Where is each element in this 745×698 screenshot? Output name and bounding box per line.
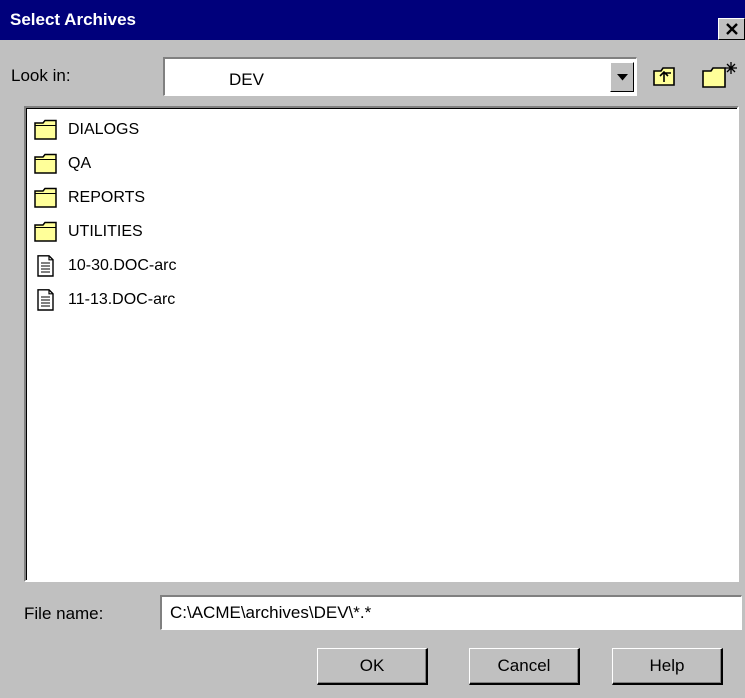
list-item-folder[interactable]: UTILITIES	[34, 218, 334, 246]
cancel-button[interactable]: Cancel	[469, 648, 580, 685]
file-list[interactable]: DIALOGS QA REPORTS UTILITIES 10-30.DOC-a…	[24, 106, 739, 582]
up-one-level-button[interactable]	[648, 60, 681, 93]
file-name: QA	[68, 155, 92, 172]
file-name: UTILITIES	[68, 223, 143, 240]
file-name-input[interactable]	[160, 595, 742, 630]
list-item-file[interactable]: 10-30.DOC-arc	[34, 252, 334, 280]
up-one-level-icon	[653, 67, 675, 86]
folder-icon	[34, 187, 57, 208]
list-item-folder[interactable]: QA	[34, 150, 334, 178]
file-name-label: File name:	[24, 604, 104, 623]
document-icon	[37, 289, 54, 311]
title-bar: Select Archives	[0, 0, 745, 40]
close-button[interactable]	[718, 18, 745, 40]
folder-icon	[34, 119, 57, 140]
chevron-down-icon	[617, 74, 628, 81]
dialog-title: Select Archives	[10, 10, 136, 29]
list-item-file[interactable]: 11-13.DOC-arc	[34, 286, 334, 314]
file-name: DIALOGS	[68, 121, 140, 138]
help-button[interactable]: Help	[612, 648, 723, 685]
look-in-dropdown[interactable]: DEV	[163, 57, 637, 96]
close-icon	[726, 23, 738, 35]
look-in-label: Look in:	[11, 66, 71, 85]
list-item-folder[interactable]: DIALOGS	[34, 116, 334, 144]
create-new-folder-button[interactable]	[699, 60, 739, 93]
select-archives-dialog: Select Archives Look in: DEV DIALOGS QA …	[0, 0, 745, 698]
folder-icon	[34, 153, 57, 174]
look-in-dropdown-button[interactable]	[610, 62, 634, 92]
folder-icon	[34, 221, 57, 242]
file-name: 10-30.DOC-arc	[68, 257, 177, 274]
file-name: 11-13.DOC-arc	[68, 291, 176, 308]
new-folder-icon	[702, 62, 737, 88]
ok-button[interactable]: OK	[317, 648, 428, 685]
document-icon	[37, 255, 54, 277]
file-name: REPORTS	[68, 189, 146, 206]
look-in-value: DEV	[229, 70, 264, 89]
list-item-folder[interactable]: REPORTS	[34, 184, 334, 212]
